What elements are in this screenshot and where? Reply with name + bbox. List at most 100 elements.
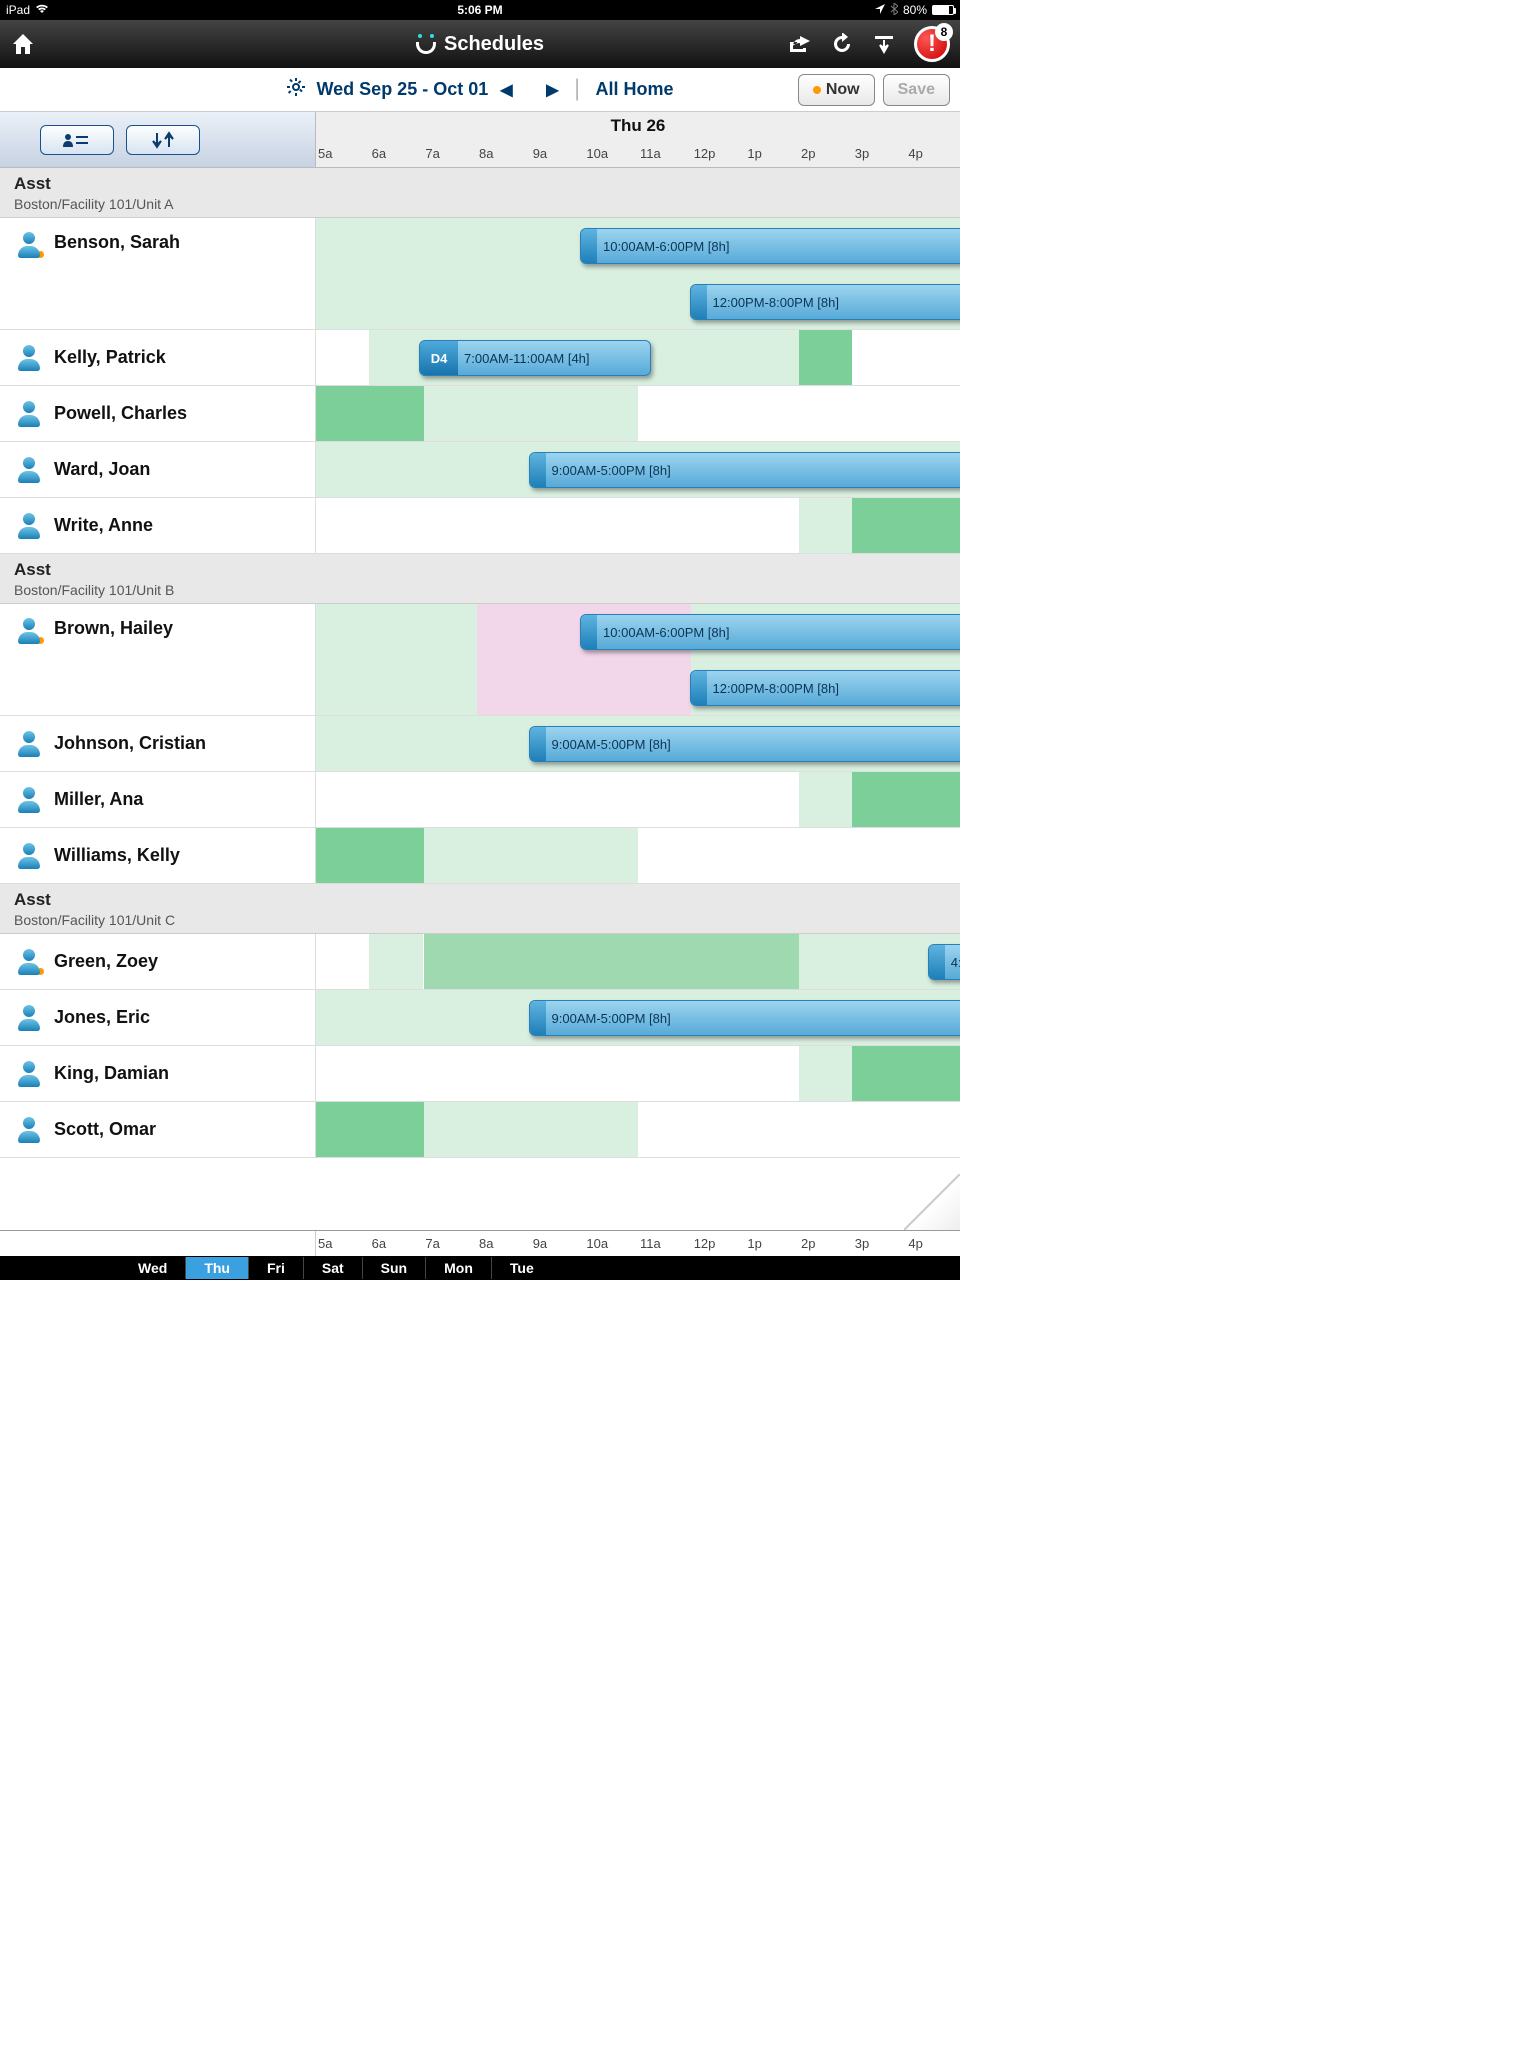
- shift-label: 12:00PM-8:00PM [8h]: [713, 681, 839, 696]
- next-arrow-icon[interactable]: ▶: [546, 80, 560, 100]
- download-icon[interactable]: [872, 32, 896, 56]
- sort-button[interactable]: [126, 125, 200, 155]
- shift-block[interactable]: D47:00AM-11:00AM [4h]: [419, 340, 651, 376]
- person-name: Kelly, Patrick: [54, 347, 166, 368]
- availability-slot: [316, 1102, 424, 1157]
- day-tab[interactable]: Thu: [185, 1257, 248, 1279]
- group-title: Asst: [14, 560, 946, 580]
- shift-block[interactable]: 12:00PM-8:00PM [8h]: [690, 670, 960, 706]
- row-timeline[interactable]: 9:00AM-5:00PM [8h]: [316, 716, 960, 771]
- shift-label: 9:00AM-5:00PM [8h]: [552, 1011, 671, 1026]
- schedule-row[interactable]: Kelly, Patrick D47:00AM-11:00AM [4h]: [0, 330, 960, 386]
- time-cell: 3p: [853, 140, 907, 167]
- shift-tag: D4: [420, 341, 458, 375]
- schedule-row[interactable]: King, Damian: [0, 1046, 960, 1102]
- time-cell: 5a: [316, 1231, 370, 1256]
- time-cell: 7a: [423, 140, 477, 167]
- device-label: iPad: [6, 3, 30, 17]
- share-icon[interactable]: [788, 32, 812, 56]
- availability-slot: [316, 828, 424, 883]
- person-icon: [16, 731, 42, 757]
- time-cell: 9a: [531, 1231, 585, 1256]
- row-timeline[interactable]: [316, 772, 960, 827]
- shift-block[interactable]: 9:00AM-5:00PM [8h]: [529, 1000, 960, 1036]
- schedule-row[interactable]: Green, Zoey4:: [0, 934, 960, 990]
- schedule-row[interactable]: Brown, Hailey 10:00AM-6:00PM [8h] 12:00PM-…: [0, 604, 960, 716]
- availability-slot: [316, 386, 424, 441]
- person-name: Johnson, Cristian: [54, 733, 206, 754]
- time-cell: 10a: [584, 1231, 638, 1256]
- time-cell: 5a: [316, 140, 370, 167]
- shift-block[interactable]: 9:00AM-5:00PM [8h]: [529, 452, 960, 488]
- group-title: Asst: [14, 174, 946, 194]
- row-timeline[interactable]: 9:00AM-5:00PM [8h]: [316, 442, 960, 497]
- refresh-icon[interactable]: [830, 32, 854, 56]
- person-name: Powell, Charles: [54, 403, 187, 424]
- time-cell: 8a: [477, 140, 531, 167]
- alert-button[interactable]: ! 8: [914, 26, 950, 62]
- day-tab[interactable]: Fri: [248, 1257, 303, 1279]
- shift-block[interactable]: 9:00AM-5:00PM [8h]: [529, 726, 960, 762]
- day-tab[interactable]: Tue: [491, 1257, 552, 1279]
- schedule-row[interactable]: Benson, Sarah 10:00AM-6:00PM [8h] 12:00PM-…: [0, 218, 960, 330]
- row-left: Williams, Kelly: [0, 828, 316, 883]
- person-name: Benson, Sarah: [54, 232, 180, 253]
- row-timeline[interactable]: 4:: [316, 934, 960, 989]
- footer-days: WedThuFriSatSunMonTue: [0, 1256, 960, 1280]
- row-left: Brown, Hailey: [0, 604, 316, 715]
- person-icon: [16, 949, 42, 975]
- group-sub: Boston/Facility 101/Unit C: [14, 912, 946, 928]
- shift-block[interactable]: 4:: [928, 944, 960, 980]
- day-tab[interactable]: Mon: [425, 1257, 491, 1279]
- row-left: Powell, Charles: [0, 386, 316, 441]
- shift-block[interactable]: 12:00PM-8:00PM [8h]: [690, 284, 960, 320]
- row-left: Scott, Omar: [0, 1102, 316, 1157]
- time-cell: 2p: [799, 140, 853, 167]
- prev-arrow-icon[interactable]: ◀: [500, 80, 514, 100]
- day-tab[interactable]: Sun: [362, 1257, 425, 1279]
- shift-block[interactable]: 10:00AM-6:00PM [8h]: [580, 228, 960, 264]
- group-sub: Boston/Facility 101/Unit A: [14, 196, 946, 212]
- time-header-row: 5a6a7a8a9a10a11a12p1p2p3p4p: [316, 140, 960, 167]
- row-timeline[interactable]: D47:00AM-11:00AM [4h]: [316, 330, 960, 385]
- schedule-row[interactable]: Powell, Charles: [0, 386, 960, 442]
- schedule-row[interactable]: Williams, Kelly: [0, 828, 960, 884]
- person-name: Brown, Hailey: [54, 618, 173, 639]
- row-timeline[interactable]: [316, 386, 960, 441]
- schedule-row[interactable]: Miller, Ana: [0, 772, 960, 828]
- row-timeline[interactable]: [316, 1102, 960, 1157]
- gear-icon[interactable]: [287, 78, 305, 101]
- assign-button[interactable]: [40, 125, 114, 155]
- time-cell: 12p: [692, 1231, 746, 1256]
- page-curl-icon[interactable]: [904, 1174, 960, 1230]
- date-range[interactable]: Wed Sep 25 - Oct 01: [317, 79, 489, 100]
- row-timeline[interactable]: [316, 1046, 960, 1101]
- person-name: Williams, Kelly: [54, 845, 180, 866]
- day-tab[interactable]: Sat: [303, 1257, 362, 1279]
- shift-block[interactable]: 10:00AM-6:00PM [8h]: [580, 614, 960, 650]
- row-timeline[interactable]: [316, 498, 960, 553]
- schedule-row[interactable]: Jones, Eric 9:00AM-5:00PM [8h]: [0, 990, 960, 1046]
- page-title: Schedules: [416, 33, 544, 56]
- shift-label: 9:00AM-5:00PM [8h]: [552, 463, 671, 478]
- schedule-content: Asst Boston/Facility 101/Unit A Benson, Sa…: [0, 168, 960, 1230]
- filter-label[interactable]: All Home: [595, 79, 673, 100]
- row-timeline[interactable]: [316, 828, 960, 883]
- schedule-row[interactable]: Write, Anne: [0, 498, 960, 554]
- battery-icon: [932, 5, 954, 15]
- schedule-row[interactable]: Scott, Omar: [0, 1102, 960, 1158]
- home-button[interactable]: [10, 31, 36, 57]
- time-cell: 12p: [692, 140, 746, 167]
- schedule-row[interactable]: Ward, Joan9:00AM-5:00PM [8h]: [0, 442, 960, 498]
- availability-slot: [316, 604, 477, 715]
- row-timeline[interactable]: 10:00AM-6:00PM [8h] 12:00PM-8:00PM [8h]: [316, 604, 960, 715]
- person-name: Jones, Eric: [54, 1007, 150, 1028]
- row-timeline[interactable]: 10:00AM-6:00PM [8h] 12:00PM-8:00PM [8h]: [316, 218, 960, 329]
- day-tab[interactable]: Wed: [120, 1257, 185, 1279]
- time-cell: 4p: [906, 140, 960, 167]
- now-button[interactable]: Now: [798, 74, 875, 106]
- row-timeline[interactable]: 9:00AM-5:00PM [8h]: [316, 990, 960, 1045]
- person-icon: [16, 513, 42, 539]
- save-button[interactable]: Save: [883, 74, 950, 106]
- schedule-row[interactable]: Johnson, Cristian 9:00AM-5:00PM [8h]: [0, 716, 960, 772]
